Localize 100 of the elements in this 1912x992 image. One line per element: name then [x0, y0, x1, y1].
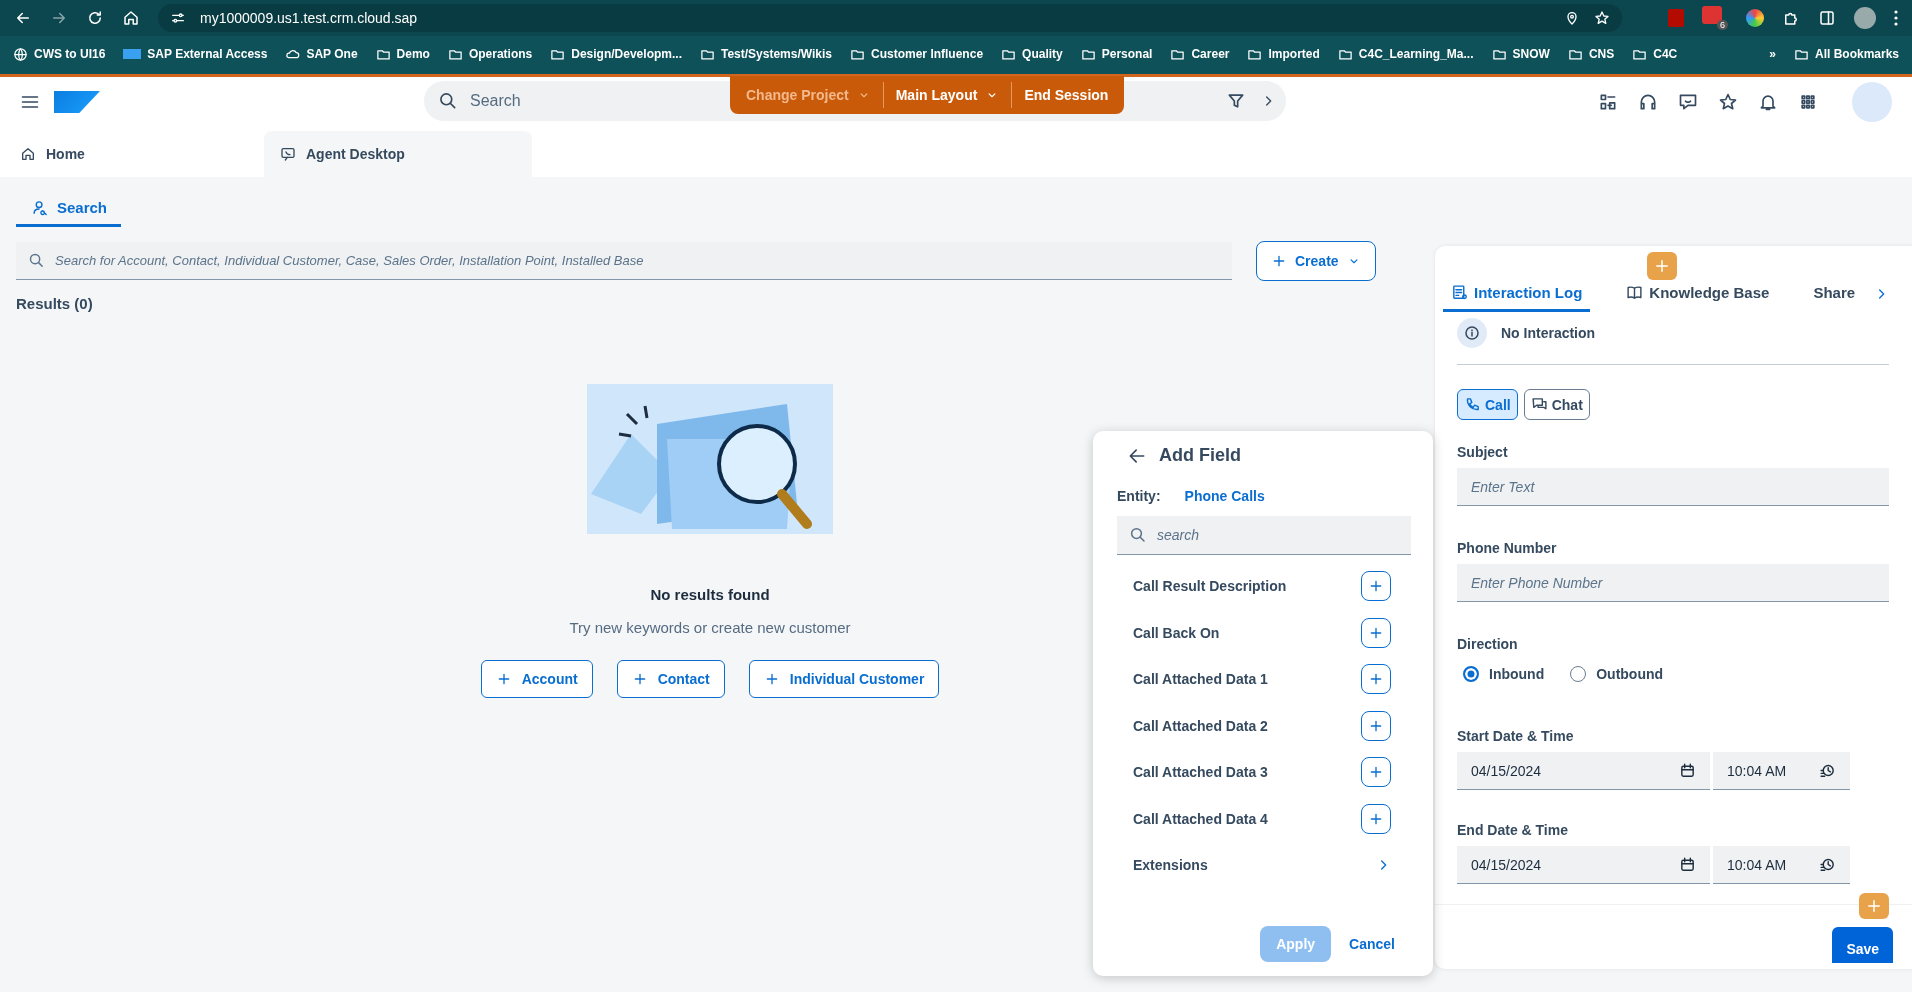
bookmark-link[interactable]: Operations	[442, 44, 538, 64]
quick-create-button[interactable]: Account	[480, 660, 593, 698]
session-action-button[interactable]: End Session	[1012, 82, 1121, 108]
bookmark-link[interactable]: Customer Influence	[845, 44, 989, 64]
date-field[interactable]: 04/15/2024	[1457, 846, 1710, 884]
direction-radio[interactable]: Inbound	[1463, 666, 1545, 682]
phone-icon	[1464, 396, 1481, 413]
plus-icon	[1271, 253, 1287, 269]
url-text: my1000009.us1.test.crm.cloud.sap	[200, 10, 419, 26]
search-placeholder: search	[1157, 527, 1200, 543]
all-bookmarks-link[interactable]: All Bookmarks	[1788, 44, 1904, 64]
reload-icon	[86, 9, 104, 27]
bookmark-link[interactable]: SAP External Access	[118, 45, 273, 63]
bookmark-link[interactable]: SAP One	[280, 44, 363, 64]
list-icon	[1451, 284, 1468, 301]
panel-tab[interactable]: Interaction Log	[1443, 284, 1591, 312]
logo-icon[interactable]	[54, 91, 100, 113]
direction-radio[interactable]: Outbound	[1570, 666, 1664, 682]
date-value: 04/15/2024	[1471, 856, 1542, 873]
bookmark-link[interactable]: SNOW	[1486, 44, 1555, 64]
entity-label: Entity:	[1117, 488, 1161, 504]
panel-tab[interactable]: Knowledge Base	[1618, 284, 1778, 312]
bookmark-link[interactable]: Demo	[370, 44, 435, 64]
menu-dots-icon[interactable]	[1894, 10, 1898, 26]
time-value: 10:04 AM	[1727, 762, 1787, 779]
add-field-button[interactable]	[1361, 617, 1391, 648]
book-icon	[1626, 284, 1644, 301]
location-pin-icon	[1564, 10, 1580, 26]
person-search-icon	[32, 199, 49, 216]
search-tab[interactable]: Search	[16, 187, 122, 227]
save-button[interactable]: Save	[1832, 927, 1894, 963]
filter-icon	[1226, 91, 1246, 111]
radio-button[interactable]	[1570, 666, 1587, 682]
field-label: Phone Number	[1457, 540, 1558, 556]
bookmark-link[interactable]: C4C	[1627, 44, 1683, 64]
add-field-button[interactable]	[1361, 710, 1391, 741]
quick-create-button[interactable]: Individual Customer	[748, 660, 940, 698]
field-name: Call Attached Data 2	[1133, 717, 1268, 734]
add-field-button[interactable]	[1361, 757, 1391, 788]
apps-grid-icon	[1798, 92, 1818, 112]
color-wheel-icon[interactable]	[1746, 9, 1764, 27]
field-search-input[interactable]: search	[1117, 516, 1411, 555]
panel-tab[interactable]: Share	[1805, 284, 1864, 312]
star-icon	[1718, 92, 1738, 112]
subject-field[interactable]: Enter Text	[1457, 468, 1890, 506]
field-label: Subject	[1457, 444, 1509, 460]
chat-smile-icon	[1678, 92, 1698, 112]
page-tab[interactable]: Agent Desktop	[264, 131, 532, 177]
info-icon	[1463, 324, 1481, 342]
more-bookmarks-button[interactable]: »	[1764, 45, 1781, 63]
channel-toggle[interactable]: Chat	[1523, 389, 1590, 420]
page-tab[interactable]: Home	[6, 131, 216, 177]
field-label: End Date & Time	[1457, 822, 1569, 838]
field-name: Call Attached Data 4	[1133, 810, 1268, 827]
logo-icon	[123, 49, 142, 59]
channel-toggle[interactable]: Call	[1457, 389, 1518, 420]
address-bar[interactable]: my1000009.us1.test.crm.cloud.sap	[158, 4, 1622, 32]
interaction-status: No Interaction	[1501, 325, 1596, 341]
search-placeholder: Search for Account, Contact, Individual Customer, Case, Sales Order, Installation Point, Installed Base	[55, 253, 644, 268]
bookmark-link[interactable]: Career	[1165, 44, 1235, 64]
session-action-button[interactable]: Main Layout	[883, 82, 1013, 108]
search-icon	[1129, 526, 1147, 544]
add-field-button[interactable]	[1361, 803, 1391, 834]
site-settings-icon	[170, 10, 186, 26]
bookmark-link[interactable]: Imported	[1242, 44, 1325, 64]
cancel-link[interactable]: Cancel	[1349, 936, 1395, 952]
extensions-item[interactable]: Extensions	[1133, 842, 1391, 889]
bookmark-link[interactable]: C4C_Learning_Ma...	[1332, 44, 1479, 64]
date-field[interactable]: 04/15/2024	[1457, 752, 1710, 790]
bell-icon	[1758, 92, 1778, 112]
time-field[interactable]: 10:04 AM	[1713, 752, 1850, 790]
phone-placeholder: Enter Phone Number	[1471, 574, 1603, 591]
bookmark-link[interactable]: Design/Developm...	[545, 44, 687, 64]
create-button[interactable]: Create	[1256, 241, 1376, 281]
quick-create-button[interactable]: Contact	[616, 660, 725, 698]
field-name: Call Result Description	[1133, 578, 1287, 595]
bookmark-link[interactable]: CWS to UI16	[8, 44, 111, 64]
add-field-button[interactable]	[1361, 664, 1391, 695]
search-icon	[438, 91, 458, 111]
results-count: Results (0)	[16, 295, 94, 312]
time-field[interactable]: 10:04 AM	[1713, 846, 1850, 884]
add-field-button[interactable]	[1361, 571, 1391, 602]
phone-field[interactable]: Enter Phone Number	[1457, 564, 1890, 602]
calendar-icon	[1679, 762, 1696, 779]
search-field[interactable]: Search for Account, Contact, Individual Customer, Case, Sales Order, Installation Point, Installed Base	[16, 242, 1232, 280]
popup-title: Add Field	[1159, 445, 1241, 466]
field-label: Direction	[1457, 636, 1519, 652]
radio-button[interactable]	[1463, 666, 1479, 682]
bookmark-link[interactable]: Test/Systems/Wikis	[694, 44, 838, 64]
bookmark-link[interactable]: Personal	[1075, 44, 1158, 64]
clock-icon	[1819, 762, 1836, 779]
profile-avatar[interactable]	[1854, 7, 1876, 29]
field-name: Call Back On	[1133, 624, 1220, 641]
bookmark-link[interactable]: Quality	[996, 44, 1068, 64]
headset-icon	[1638, 92, 1658, 112]
house-icon	[20, 146, 36, 162]
chat-screen-icon	[280, 146, 296, 162]
field-label: Start Date & Time	[1457, 728, 1575, 744]
bookmark-link[interactable]: CNS	[1562, 44, 1620, 64]
plus-icon	[1653, 257, 1671, 275]
